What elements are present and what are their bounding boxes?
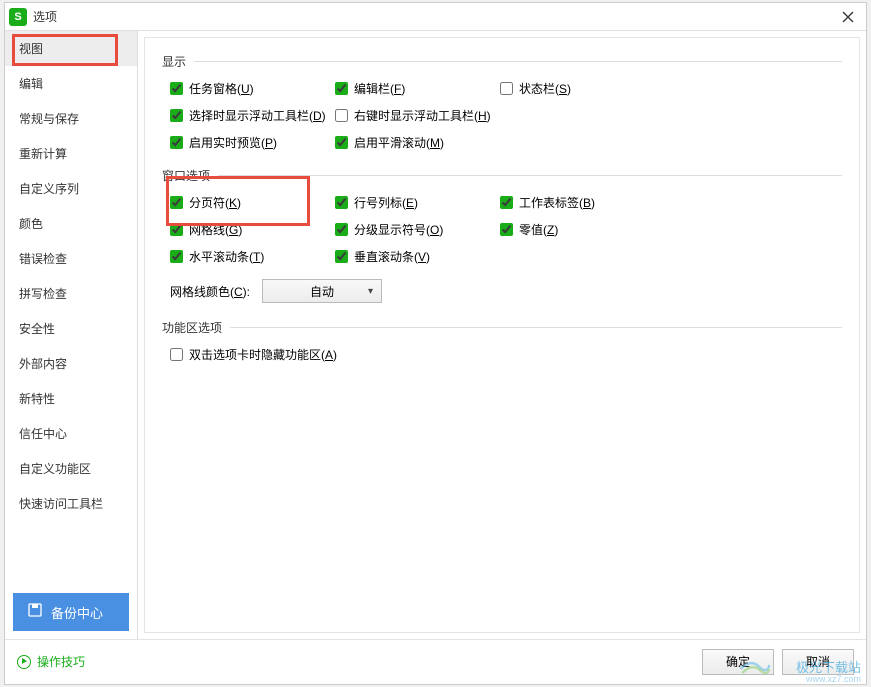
- chk-zeros-box[interactable]: [500, 223, 513, 236]
- app-icon: S: [9, 8, 27, 26]
- sidebar-item-view[interactable]: 视图: [5, 31, 137, 66]
- chk-page-break[interactable]: 分页符(K): [170, 194, 335, 211]
- window-grid: 分页符(K) 行号列标(E) 工作表标签(B) 网格线(G) 分级显示符号(O)…: [162, 194, 842, 265]
- backup-label: 备份中心: [51, 603, 103, 622]
- gridline-color-value: 自动: [310, 283, 334, 300]
- section-window-options: 窗口选项 分页符(K) 行号列标(E) 工作表标签(B) 网格线(G) 分级显示…: [162, 167, 842, 303]
- chk-float-rightclick[interactable]: 右键时显示浮动工具栏(H): [335, 107, 665, 124]
- ok-button[interactable]: 确定: [702, 649, 774, 675]
- chk-taskpane[interactable]: 任务窗格(U): [170, 80, 335, 97]
- content-panel: 显示 任务窗格(U) 编辑栏(F) 状态栏(S) 选择时显示浮动工具栏(D) 右…: [144, 37, 860, 633]
- play-icon: [17, 655, 31, 669]
- close-icon: [842, 11, 854, 23]
- chk-live-preview[interactable]: 启用实时预览(P): [170, 134, 335, 151]
- sidebar: 视图 编辑 常规与保存 重新计算 自定义序列 颜色 错误检查 拼写检查 安全性 …: [5, 31, 138, 639]
- sidebar-item-general-save[interactable]: 常规与保存: [5, 101, 137, 136]
- chk-vscroll-box[interactable]: [335, 250, 348, 263]
- backup-center-button[interactable]: 备份中心: [13, 593, 129, 631]
- operation-tips-link[interactable]: 操作技巧: [17, 653, 85, 670]
- chk-hscrollbar[interactable]: 水平滚动条(T): [170, 248, 335, 265]
- chk-row-col-headers[interactable]: 行号列标(E): [335, 194, 500, 211]
- chk-dblclick-box[interactable]: [170, 348, 183, 361]
- chk-status-bar[interactable]: 状态栏(S): [500, 80, 665, 97]
- options-dialog: S 选项 视图 编辑 常规与保存 重新计算 自定义序列 颜色 错误检查 拼写检查…: [4, 2, 867, 685]
- chk-taskpane-box[interactable]: [170, 82, 183, 95]
- chk-float-select-box[interactable]: [170, 109, 183, 122]
- chk-smooth-scroll[interactable]: 启用平滑滚动(M): [335, 134, 500, 151]
- chk-float-rc-box[interactable]: [335, 109, 348, 122]
- section-ribbon-options: 功能区选项 双击选项卡时隐藏功能区(A): [162, 319, 842, 363]
- sidebar-item-external[interactable]: 外部内容: [5, 346, 137, 381]
- chk-gridlines[interactable]: 网格线(G): [170, 221, 335, 238]
- sidebar-item-security[interactable]: 安全性: [5, 311, 137, 346]
- section-display-title: 显示: [162, 53, 186, 70]
- sidebar-item-custom-list[interactable]: 自定义序列: [5, 171, 137, 206]
- chk-status-box[interactable]: [500, 82, 513, 95]
- backup-icon: [27, 602, 43, 622]
- chk-gridlines-box[interactable]: [170, 223, 183, 236]
- chk-formula-bar[interactable]: 编辑栏(F): [335, 80, 500, 97]
- close-button[interactable]: [834, 6, 862, 28]
- chk-zero-values[interactable]: 零值(Z): [500, 221, 665, 238]
- chk-outline-box[interactable]: [335, 223, 348, 236]
- sidebar-item-recalc[interactable]: 重新计算: [5, 136, 137, 171]
- section-ribbon-header: 功能区选项: [162, 319, 842, 336]
- display-grid: 任务窗格(U) 编辑栏(F) 状态栏(S) 选择时显示浮动工具栏(D) 右键时显…: [162, 80, 842, 151]
- chk-vscrollbar[interactable]: 垂直滚动条(V): [335, 248, 500, 265]
- divider: [218, 175, 842, 176]
- chk-page-break-box[interactable]: [170, 196, 183, 209]
- divider: [194, 61, 842, 62]
- sidebar-list: 视图 编辑 常规与保存 重新计算 自定义序列 颜色 错误检查 拼写检查 安全性 …: [5, 31, 137, 639]
- chk-live-preview-box[interactable]: [170, 136, 183, 149]
- sidebar-item-error-check[interactable]: 错误检查: [5, 241, 137, 276]
- chk-float-select[interactable]: 选择时显示浮动工具栏(D): [170, 107, 335, 124]
- titlebar: S 选项: [5, 3, 866, 31]
- chk-formula-box[interactable]: [335, 82, 348, 95]
- divider: [230, 327, 842, 328]
- sidebar-item-edit[interactable]: 编辑: [5, 66, 137, 101]
- chk-hscroll-box[interactable]: [170, 250, 183, 263]
- sidebar-item-qat[interactable]: 快速访问工具栏: [5, 486, 137, 521]
- sidebar-item-customize-ribbon[interactable]: 自定义功能区: [5, 451, 137, 486]
- chk-outline-symbols[interactable]: 分级显示符号(O): [335, 221, 500, 238]
- body: 视图 编辑 常规与保存 重新计算 自定义序列 颜色 错误检查 拼写检查 安全性 …: [5, 31, 866, 639]
- sidebar-item-color[interactable]: 颜色: [5, 206, 137, 241]
- sidebar-item-trust-center[interactable]: 信任中心: [5, 416, 137, 451]
- chk-row-col-box[interactable]: [335, 196, 348, 209]
- gridline-color-row: 网格线颜色(C): 自动: [162, 279, 842, 303]
- gridline-color-combobox[interactable]: 自动: [262, 279, 382, 303]
- tips-label: 操作技巧: [37, 653, 85, 670]
- chk-sheet-tabs[interactable]: 工作表标签(B): [500, 194, 665, 211]
- chk-smooth-scroll-box[interactable]: [335, 136, 348, 149]
- cancel-button[interactable]: 取消: [782, 649, 854, 675]
- section-display: 显示 任务窗格(U) 编辑栏(F) 状态栏(S) 选择时显示浮动工具栏(D) 右…: [162, 53, 842, 151]
- section-window-header: 窗口选项: [162, 167, 842, 184]
- sidebar-item-spellcheck[interactable]: 拼写检查: [5, 276, 137, 311]
- chk-dblclick-hide-ribbon[interactable]: 双击选项卡时隐藏功能区(A): [170, 346, 842, 363]
- section-ribbon-title: 功能区选项: [162, 319, 222, 336]
- gridline-color-label: 网格线颜色(C):: [170, 283, 250, 300]
- chk-sheet-tabs-box[interactable]: [500, 196, 513, 209]
- section-window-title: 窗口选项: [162, 167, 210, 184]
- dialog-title: 选项: [33, 8, 834, 25]
- ribbon-grid: 双击选项卡时隐藏功能区(A): [162, 346, 842, 363]
- footer: 操作技巧 确定 取消: [5, 639, 866, 683]
- sidebar-item-new-features[interactable]: 新特性: [5, 381, 137, 416]
- section-display-header: 显示: [162, 53, 842, 70]
